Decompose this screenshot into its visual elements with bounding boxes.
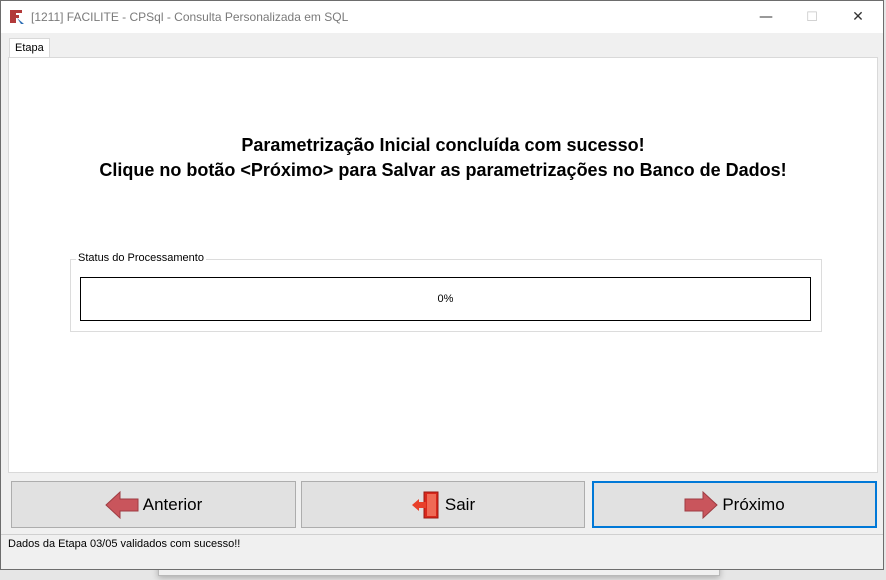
close-icon: ✕ — [852, 9, 864, 25]
tab-etapa-04[interactable]: Etapa 04/05 — [9, 38, 50, 73]
minimize-icon: — — [759, 9, 773, 25]
status-groupbox: Status do Processamento 0% — [70, 252, 822, 332]
status-bar: Dados da Etapa 03/05 validados com suces… — [1, 534, 883, 555]
proximo-label: Próximo — [722, 494, 785, 514]
status-bar-text: Dados da Etapa 03/05 validados com suces… — [8, 538, 241, 550]
anterior-button[interactable]: Anterior — [11, 481, 296, 528]
progress-bar: 0% — [80, 277, 811, 321]
facilite-app-icon[interactable] — [9, 9, 25, 25]
sair-label: Sair — [444, 494, 476, 514]
instruction-message: Clique no botão <Próximo> para Salvar as… — [99, 160, 787, 180]
main-window: [1211] FACILITE - CPSql - Consulta Perso… — [0, 0, 884, 570]
window-title: [1211] FACILITE - CPSql - Consulta Perso… — [31, 10, 349, 24]
minimize-button[interactable]: — — [743, 1, 789, 33]
exit-door-icon — [411, 490, 441, 520]
progress-text: 0% — [437, 293, 454, 305]
completion-message: Parametrização Inicial concluída com suc… — [241, 135, 645, 155]
title-bar[interactable]: [1211] FACILITE - CPSql - Consulta Perso… — [1, 1, 883, 33]
proximo-button[interactable]: Próximo — [592, 481, 877, 528]
maximize-icon: ☐ — [806, 9, 818, 25]
anterior-label: Anterior — [142, 494, 203, 514]
arrow-left-icon — [104, 489, 139, 521]
arrow-right-icon — [684, 489, 719, 521]
maximize-button[interactable]: ☐ — [789, 1, 835, 33]
sair-button[interactable]: Sair — [301, 481, 585, 528]
close-button[interactable]: ✕ — [835, 1, 881, 33]
status-group-label: Status do Processamento — [76, 252, 206, 264]
tab-panel: Parametrização Inicial concluída com suc… — [8, 57, 878, 473]
